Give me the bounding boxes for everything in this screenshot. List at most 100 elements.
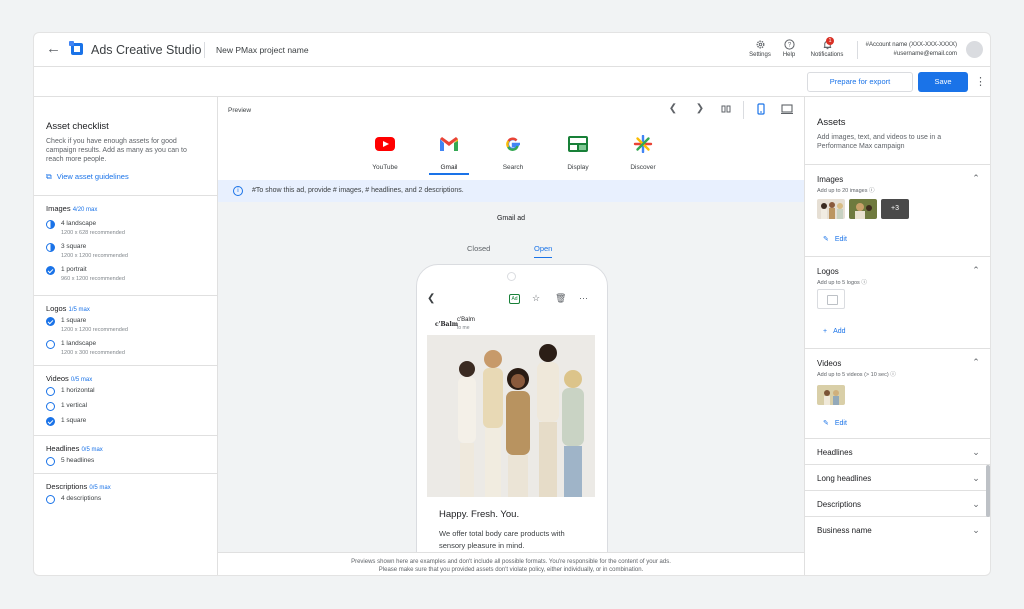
chevron-down-icon[interactable]: ⌄ [971, 447, 981, 457]
view-asset-guidelines-link[interactable]: ⧉ View asset guidelines [46, 172, 129, 182]
videos-section-title: Videos 0/5 max [46, 374, 92, 383]
notifications-button[interactable]: 1 Notifications [807, 37, 847, 58]
item-label: 1 square [61, 317, 87, 324]
logos-add-link[interactable]: + Add [823, 328, 846, 335]
video-thumbnail[interactable] [817, 385, 845, 405]
more-options-icon[interactable]: ⋮ [975, 74, 986, 90]
preview-label: Preview [228, 107, 252, 114]
prepare-for-export-button[interactable]: Prepare for export [807, 72, 913, 92]
back-arrow-icon[interactable]: ← [46, 41, 61, 56]
videos-count: 0/5 max [70, 377, 93, 383]
videos-edit-link[interactable]: ✎ Edit [823, 419, 847, 427]
headlines-section-title: Headlines 0/5 max [46, 444, 103, 453]
empty-circle-icon [46, 495, 55, 504]
logos-title: Logos [46, 304, 67, 313]
more-horiz-icon[interactable]: ⋯ [579, 293, 588, 304]
chevron-up-icon[interactable]: ⌃ [971, 357, 981, 367]
add-label: Add [833, 328, 846, 335]
tab-label: Gmail [440, 164, 458, 171]
logos-count: 1/5 max [68, 307, 90, 313]
tab-label: Display [567, 164, 589, 171]
assets-descriptions-row[interactable]: Descriptions ⌄ [805, 490, 990, 516]
check-circle-icon [46, 317, 55, 326]
hero-image [427, 335, 595, 497]
action-bar: Prepare for export Save ⋮ [34, 67, 990, 97]
grid-view-icon[interactable] [720, 103, 732, 115]
chevron-up-icon[interactable]: ⌃ [971, 173, 981, 183]
tab-search[interactable]: Search [488, 135, 538, 171]
checklist-description: Check if you have enough assets for good… [46, 138, 187, 163]
avatar[interactable] [966, 41, 983, 58]
partial-progress-icon [46, 220, 55, 229]
tab-display[interactable]: Display [553, 135, 603, 171]
account-info[interactable]: #Account name (XXX-XXX-XXXX) #username@e… [856, 41, 957, 59]
chevron-right-icon[interactable]: ❯ [694, 103, 706, 114]
checklist-images: Images 4/20 max 4 landscape 1200 x 628 re… [34, 195, 217, 295]
assets-long-headlines-row[interactable]: Long headlines ⌄ [805, 464, 990, 490]
checklist-logos: Logos 1/5 max 1 square 1200 x 1200 recomm… [34, 295, 217, 365]
tab-label: Search [502, 164, 524, 171]
info-banner: i #To show this ad, provide # images, # … [218, 180, 804, 202]
toggle-closed[interactable]: Closed [467, 244, 490, 253]
mobile-device-icon[interactable] [755, 103, 767, 115]
top-bar: ← Ads Creative Studio New PMax project n… [34, 33, 990, 67]
help-circle-icon[interactable]: ⓘ [890, 372, 896, 378]
row-label: Descriptions [817, 500, 862, 509]
help-label: Help [782, 52, 796, 58]
phone-mockup: ❮ Ad ☆ 🗑 ⋯ c'Balm c'Balm to me Happy. Fr… [416, 264, 608, 552]
desktop-device-icon[interactable] [781, 103, 793, 115]
account-email: #username@email.com [893, 51, 957, 57]
images-count: 4/20 max [72, 207, 98, 213]
chevron-down-icon[interactable]: ⌄ [971, 473, 981, 483]
image-thumbnail[interactable] [817, 199, 845, 219]
item-sub: 960 x 1200 recommended [61, 276, 125, 282]
edit-label: Edit [834, 236, 847, 243]
item-sub: 1200 x 628 recommended [61, 230, 125, 236]
tab-discover[interactable]: Discover [618, 134, 668, 171]
assets-business-name-row[interactable]: Business name ⌄ [805, 516, 990, 542]
ad-badge: Ad [509, 294, 520, 304]
recipient-label: to me [457, 325, 470, 331]
row-label: Headlines [817, 448, 853, 457]
item-sub: 1200 x 300 recommended [61, 350, 125, 356]
back-chevron-icon[interactable]: ❮ [427, 293, 435, 304]
chevron-left-icon[interactable]: ❮ [667, 103, 679, 114]
item-label: 1 vertical [61, 402, 88, 409]
help-icon: ? [783, 39, 795, 50]
chevron-down-icon[interactable]: ⌄ [971, 525, 981, 535]
item-label: 1 landscape [61, 340, 97, 347]
more-images-thumbnail[interactable]: +3 [881, 199, 909, 219]
trash-icon[interactable]: 🗑 [555, 293, 566, 304]
settings-button[interactable]: Settings [745, 39, 775, 58]
disclaimer-line-1: Previews shown here are examples and don… [351, 559, 671, 565]
app-window: ← Ads Creative Studio New PMax project n… [33, 32, 991, 576]
save-button[interactable]: Save [918, 72, 968, 92]
tab-gmail[interactable]: Gmail [424, 135, 474, 175]
help-button[interactable]: ? Help [774, 39, 804, 58]
assets-description: Add images, text, and videos to use in a… [817, 134, 942, 150]
checklist-descriptions: Descriptions 0/5 max 4 descriptions [34, 473, 217, 513]
help-circle-icon[interactable]: ⓘ [861, 280, 867, 286]
scrollbar[interactable] [986, 465, 990, 517]
star-icon[interactable]: ☆ [532, 293, 540, 304]
tab-youtube[interactable]: YouTube [360, 135, 410, 171]
logo-placeholder[interactable] [817, 289, 845, 309]
toggle-open[interactable]: Open [534, 244, 553, 258]
chevron-up-icon[interactable]: ⌃ [971, 265, 981, 275]
assets-headlines-row[interactable]: Headlines ⌄ [805, 438, 990, 464]
partial-progress-icon [46, 243, 55, 252]
images-edit-link[interactable]: ✎ Edit [823, 235, 847, 243]
guidelines-label: View asset guidelines [56, 172, 129, 181]
chevron-down-icon[interactable]: ⌄ [971, 499, 981, 509]
email-body: We offer total body care products with s… [439, 529, 565, 550]
image-thumbnail[interactable] [849, 199, 877, 219]
help-circle-icon[interactable]: ⓘ [869, 188, 875, 194]
gear-icon [756, 40, 764, 49]
google-search-icon [506, 137, 520, 151]
tab-label: YouTube [372, 164, 398, 171]
email-headline: Happy. Fresh. You. [439, 509, 520, 520]
email-toolbar: ❮ Ad ☆ 🗑 ⋯ [427, 293, 597, 307]
videos-sub: Add up to 5 videos (> 10 sec) ⓘ [817, 370, 896, 378]
checklist-videos: Videos 0/5 max 1 horizontal 1 vertical 1… [34, 365, 217, 435]
project-name[interactable]: New PMax project name [216, 45, 309, 55]
